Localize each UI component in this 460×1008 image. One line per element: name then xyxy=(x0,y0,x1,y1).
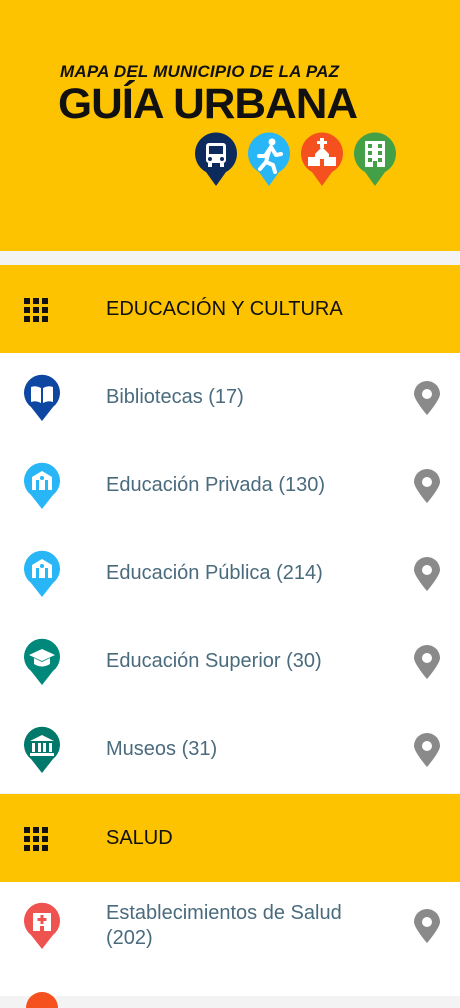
list-item-educacion-privada[interactable]: Educación Privada (130) xyxy=(0,441,460,529)
church-icon xyxy=(301,132,343,186)
hospital-pin-icon xyxy=(24,902,60,949)
location-pin-icon[interactable] xyxy=(414,469,440,503)
grid-icon xyxy=(24,298,48,322)
item-label: Bibliotecas (17) xyxy=(106,386,244,408)
location-pin-icon[interactable] xyxy=(414,645,440,679)
section-header-educacion[interactable]: EDUCACIÓN Y CULTURA xyxy=(0,265,460,353)
graduation-cap-pin-icon xyxy=(24,638,60,685)
item-label: Museos (31) xyxy=(106,738,218,760)
logo-title: GUÍA URBANA xyxy=(58,80,358,128)
location-pin-icon[interactable] xyxy=(414,381,440,415)
list-item-educacion-superior[interactable]: Educación Superior (30) xyxy=(0,617,460,705)
list-item-establecimientos-salud[interactable]: Establecimientos de Salud (202) xyxy=(0,882,460,1008)
logo-subtitle: MAPA DEL MUNICIPIO DE LA PAZ xyxy=(60,62,340,81)
app-header: MAPA DEL MUNICIPIO DE LA PAZ GUÍA URBANA xyxy=(0,0,460,251)
location-pin-icon[interactable] xyxy=(414,909,440,943)
list-item-bibliotecas[interactable]: Bibliotecas (17) xyxy=(0,353,460,441)
item-label: Educación Superior (30) xyxy=(106,650,322,672)
section-title: EDUCACIÓN Y CULTURA xyxy=(106,298,343,320)
building-icon xyxy=(354,132,396,186)
item-label: Educación Pública (214) xyxy=(106,562,323,584)
app-logo: MAPA DEL MUNICIPIO DE LA PAZ GUÍA URBANA xyxy=(58,60,398,190)
list-item-educacion-publica[interactable]: Educación Pública (214) xyxy=(0,529,460,617)
section-header-salud[interactable]: SALUD xyxy=(0,794,460,882)
location-pin-icon[interactable] xyxy=(414,733,440,767)
grid-icon xyxy=(24,827,48,851)
book-pin-icon xyxy=(24,374,60,421)
item-label: Establecimientos de Salud (202) xyxy=(106,902,342,949)
list-item-museos[interactable]: Museos (31) xyxy=(0,705,460,793)
section-title: SALUD xyxy=(106,827,173,849)
location-pin-icon[interactable] xyxy=(414,557,440,591)
museum-pin-icon xyxy=(24,726,60,773)
bus-icon xyxy=(195,132,237,186)
next-item-pin-partial xyxy=(26,992,58,1008)
school-pin-icon xyxy=(24,462,60,509)
pedestrian-icon xyxy=(248,132,290,186)
school-pin-icon xyxy=(24,550,60,597)
item-label: Educación Privada (130) xyxy=(106,474,326,496)
